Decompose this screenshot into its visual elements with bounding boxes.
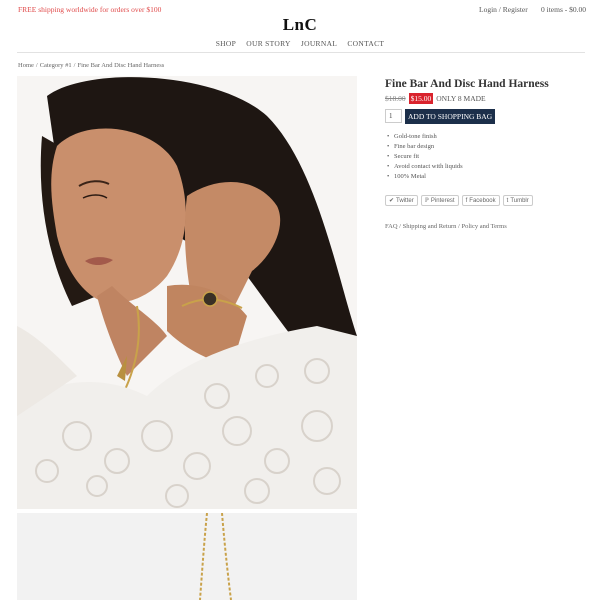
breadcrumb-home[interactable]: Home [18,62,34,69]
stock-note: ONLY 8 MADE [436,94,486,103]
sale-price-badge: $15.00 [408,93,434,104]
account-links: Login / Register [479,5,528,14]
feature-item: Gold-tone finish [387,133,463,141]
add-to-bag-button[interactable]: ADD TO SHOPPING BAG [405,109,496,124]
share-twitter-button[interactable]: ✔ Twitter [385,195,418,206]
original-price: $18.00 [385,94,406,103]
share-label: Pinterest [430,197,455,204]
login-link[interactable]: Login [479,5,497,14]
promo-banner: FREE shipping worldwide for orders over … [18,5,162,14]
product-title: Fine Bar And Disc Hand Harness [385,78,549,90]
tumblr-icon: t [506,197,509,204]
nav-item-journal[interactable]: JOURNAL [301,39,337,48]
product-image-secondary[interactable] [17,513,357,600]
facebook-icon: f [465,197,468,204]
share-label: Twitter [396,197,414,204]
share-label: Facebook [469,197,496,204]
info-links: FAQ / Shipping and Return / Policy and T… [385,223,507,230]
product-image-main[interactable] [17,76,357,509]
feature-item: 100% Metal [387,173,463,181]
share-label: Tumblr [510,197,529,204]
feature-list: Gold-tone finish Fine bar design Secure … [387,133,463,183]
register-link[interactable]: Register [503,5,528,14]
share-tumblr-button[interactable]: t Tumblr [502,195,533,206]
price-row: $18.00 $15.00 ONLY 8 MADE [385,93,486,104]
cart-summary[interactable]: 0 items - $0.00 [541,5,586,14]
share-facebook-button[interactable]: f Facebook [461,195,500,206]
feature-item: Avoid contact with liquids [387,163,463,171]
nav-item-shop[interactable]: SHOP [216,39,236,48]
faq-link[interactable]: FAQ [385,223,398,230]
model-photo [17,76,357,509]
site-logo[interactable]: LnC [0,15,600,35]
feature-item: Secure fit [387,153,463,161]
nav-item-our-story[interactable]: OUR STORY [246,39,290,48]
breadcrumb-current: Fine Bar And Disc Hand Harness [77,62,165,69]
chain-photo [17,513,357,600]
main-nav: SHOP OUR STORY JOURNAL CONTACT [0,39,600,48]
twitter-icon: ✔ [389,198,395,204]
breadcrumb-category[interactable]: Category #1 [40,62,72,69]
policy-link[interactable]: Policy and Terms [461,223,506,230]
header-divider [17,52,585,53]
pinterest-icon: ℙ [424,198,429,204]
feature-item: Fine bar design [387,143,463,151]
share-buttons: ✔ Twitter ℙ Pinterest f Facebook t Tumbl… [385,195,533,206]
share-pinterest-button[interactable]: ℙ Pinterest [420,195,459,206]
quantity-input[interactable] [385,109,402,123]
nav-item-contact[interactable]: CONTACT [347,39,384,48]
shipping-link[interactable]: Shipping and Return [403,223,457,230]
breadcrumb: Home / Category #1/Fine Bar And Disc Hand … [18,62,165,69]
